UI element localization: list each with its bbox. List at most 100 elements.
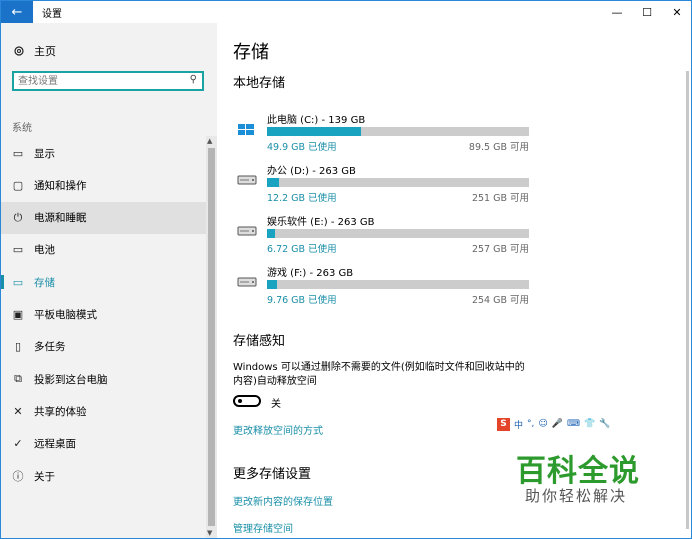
ime-toolbar: S 中 °, ☺ 🎤 ⌨ 👕 🔧 bbox=[497, 416, 637, 432]
storage-sense-description: Windows 可以通过删除不需要的文件(例如临时文件和回收站中的内容)自动释放… bbox=[233, 362, 525, 387]
ime-item-0: 中 bbox=[514, 420, 524, 431]
sidebar-item-label: 共享的体验 bbox=[34, 405, 87, 418]
drive-free-text: 251 GB 可用 bbox=[471, 193, 529, 204]
drive-name: 此电脑 (C:) - 139 GB bbox=[267, 115, 366, 126]
drive-used-text: 12.2 GB 已使用 bbox=[267, 193, 337, 204]
sidebar-scrollbar[interactable]: ▲ ▼ bbox=[206, 136, 217, 538]
ime-item-5: 👕 bbox=[584, 419, 596, 429]
drive-item[interactable]: 此电脑 (C:) - 139 GB 49.9 GB 已使用 89.5 GB 可用 bbox=[233, 111, 533, 157]
sidebar: 主页 ⚲ 系统 ▭ 显示 ▢ 通知和操作 ⏻ 电源和睡眠 ▭ 电池 ▭ 存储 ▣ 平板电脑模式 ▯ 多任务… bbox=[1, 23, 217, 538]
manage-storage-link[interactable]: 管理存储空间 bbox=[233, 520, 293, 535]
settings-window: ← 设置 — ☐ ✕ 主页 ⚲ 系统 ▭ 显示 ▢ 通知和操作 ⏻ 电源和睡眠 ▭ 电池 ▭ 存储… bbox=[0, 0, 692, 539]
drive-free-text: 89.5 GB 可用 bbox=[468, 142, 529, 153]
sidebar-item-label: 通知和操作 bbox=[34, 179, 87, 192]
drive-used-text: 6.72 GB 已使用 bbox=[267, 244, 337, 255]
local-storage-title: 本地存储 bbox=[233, 76, 286, 91]
drive-usage-fill bbox=[267, 280, 277, 289]
drive-icon bbox=[237, 225, 257, 239]
sidebar-item-5[interactable]: ▣ 平板电脑模式 bbox=[1, 299, 206, 331]
storage-sense-toggle[interactable] bbox=[233, 395, 261, 407]
sidebar-item-label: 平板电脑模式 bbox=[34, 309, 97, 321]
info-icon: ⓘ bbox=[12, 470, 24, 483]
drive-usage-bar bbox=[267, 229, 529, 238]
drive-usage-fill bbox=[267, 229, 275, 238]
notification-icon: ▢ bbox=[12, 178, 24, 192]
sidebar-home-label: 主页 bbox=[34, 45, 56, 58]
drive-used-text: 9.76 GB 已使用 bbox=[267, 295, 337, 306]
maximize-icon: ☐ bbox=[642, 5, 652, 19]
drive-item[interactable]: 娱乐软件 (E:) - 263 GB 6.72 GB 已使用 257 GB 可用 bbox=[233, 213, 533, 259]
sidebar-item-1[interactable]: ▢ 通知和操作 bbox=[1, 169, 206, 201]
power-icon: ⏻ bbox=[13, 210, 23, 224]
drive-item[interactable]: 游戏 (F:) - 263 GB 9.76 GB 已使用 254 GB 可用 bbox=[233, 264, 533, 310]
sidebar-item-7[interactable]: ⧉ 投影到这台电脑 bbox=[1, 363, 206, 395]
drive-used-text: 49.9 GB 已使用 bbox=[267, 142, 337, 153]
close-icon: ✕ bbox=[672, 5, 682, 19]
drive-free-text: 254 GB 可用 bbox=[471, 295, 529, 306]
drive-name: 娱乐软件 (E:) - 263 GB bbox=[267, 217, 375, 228]
window-title: 设置 bbox=[42, 9, 62, 20]
sidebar-scroll-thumb[interactable] bbox=[208, 148, 215, 526]
drive-name: 办公 (D:) - 263 GB bbox=[267, 166, 356, 177]
search-icon[interactable]: ⚲ bbox=[190, 74, 197, 85]
ime-item-3: 🎤 bbox=[551, 419, 563, 429]
back-arrow-icon: ← bbox=[11, 4, 23, 20]
sidebar-item-label: 投影到这台电脑 bbox=[34, 373, 108, 386]
sidebar-item-6[interactable]: ▯ 多任务 bbox=[1, 331, 206, 363]
storage-icon: ▭ bbox=[12, 275, 24, 289]
sidebar-item-10[interactable]: ⓘ 关于 bbox=[1, 460, 206, 492]
scroll-down-icon[interactable]: ▼ bbox=[207, 529, 212, 537]
ime-item-1: °, bbox=[527, 419, 535, 429]
back-button[interactable]: ← bbox=[1, 1, 33, 23]
battery-icon: ▭ bbox=[12, 243, 24, 257]
remote-icon: ✓ bbox=[13, 437, 23, 451]
change-save-location-link[interactable]: 更改新内容的保存位置 bbox=[233, 493, 333, 508]
active-indicator bbox=[1, 275, 4, 290]
drive-usage-fill bbox=[267, 178, 279, 187]
drive-icon bbox=[237, 276, 257, 290]
display-icon: ▭ bbox=[12, 146, 24, 160]
sidebar-item-2[interactable]: ⏻ 电源和睡眠 bbox=[1, 201, 206, 234]
main-scrollbar[interactable] bbox=[686, 71, 689, 529]
close-button[interactable]: ✕ bbox=[662, 1, 691, 23]
scroll-up-icon[interactable]: ▲ bbox=[207, 137, 212, 145]
drive-usage-bar bbox=[267, 178, 529, 187]
search-box[interactable]: ⚲ bbox=[12, 71, 204, 91]
drive-name: 游戏 (F:) - 263 GB bbox=[267, 268, 354, 279]
sidebar-item-4[interactable]: ▭ 存储 bbox=[1, 266, 206, 298]
sidebar-item-label: 电池 bbox=[34, 244, 55, 257]
sidebar-item-8[interactable]: ✕ 共享的体验 bbox=[1, 395, 206, 427]
toggle-knob bbox=[238, 399, 242, 403]
sidebar-item-label: 关于 bbox=[34, 470, 55, 483]
sidebar-item-label: 显示 bbox=[34, 147, 55, 160]
multitask-icon: ▯ bbox=[14, 340, 22, 354]
sogou-logo-icon: S bbox=[497, 417, 510, 431]
shared-icon: ✕ bbox=[13, 404, 23, 418]
sidebar-item-0[interactable]: ▭ 显示 bbox=[1, 137, 206, 169]
sidebar-item-9[interactable]: ✓ 远程桌面 bbox=[1, 428, 206, 460]
drive-icon bbox=[237, 174, 257, 188]
toggle-state-label: 关 bbox=[271, 399, 281, 410]
gear-icon bbox=[12, 44, 26, 58]
search-input[interactable] bbox=[18, 74, 178, 88]
watermark-title: 百科全说 bbox=[516, 454, 640, 489]
change-free-space-link[interactable]: 更改释放空间的方式 bbox=[233, 422, 323, 437]
title-bar: ← 设置 — ☐ ✕ bbox=[1, 1, 691, 23]
project-icon: ⧉ bbox=[14, 372, 22, 386]
sidebar-item-label: 存储 bbox=[34, 276, 55, 289]
sidebar-item-label: 多任务 bbox=[34, 341, 66, 354]
minimize-button[interactable]: — bbox=[602, 1, 632, 23]
sidebar-item-3[interactable]: ▭ 电池 bbox=[1, 234, 206, 266]
watermark-subtitle: 助你轻松解决 bbox=[525, 487, 628, 505]
drive-free-text: 257 GB 可用 bbox=[471, 244, 529, 255]
drive-item[interactable]: 办公 (D:) - 263 GB 12.2 GB 已使用 251 GB 可用 bbox=[233, 162, 533, 208]
drive-usage-fill bbox=[267, 127, 361, 136]
ime-item-6: 🔧 bbox=[599, 419, 611, 429]
page-title: 存储 bbox=[233, 42, 269, 63]
more-storage-settings-title: 更多存储设置 bbox=[233, 467, 312, 482]
maximize-button[interactable]: ☐ bbox=[632, 1, 662, 23]
ime-item-2: ☺ bbox=[538, 419, 548, 429]
sidebar-home[interactable]: 主页 bbox=[12, 43, 56, 59]
minimize-icon: — bbox=[611, 5, 623, 19]
sidebar-item-label: 电源和睡眠 bbox=[34, 212, 87, 225]
